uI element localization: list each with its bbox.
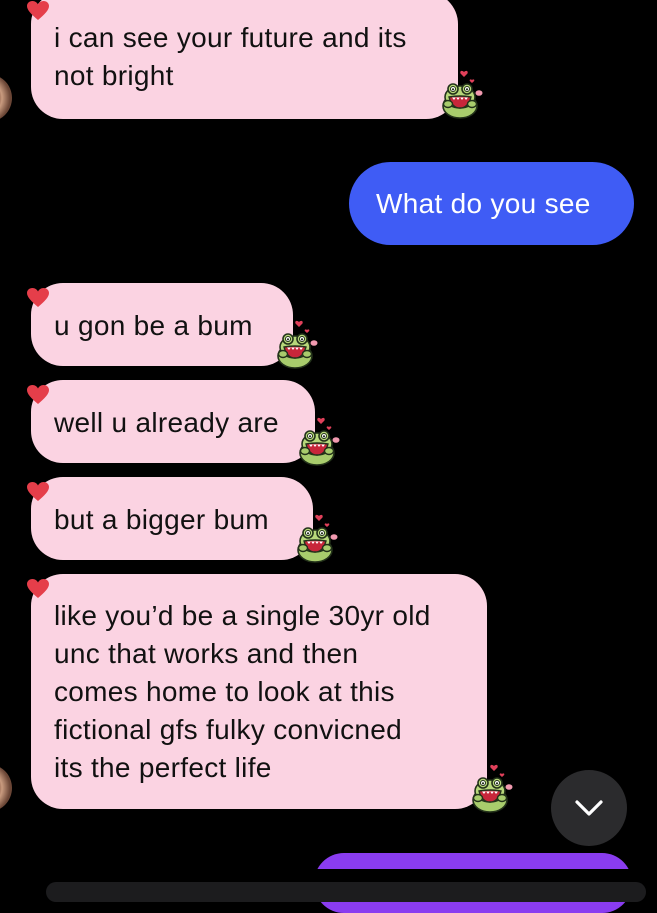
frog-hearts-sticker xyxy=(470,762,514,814)
message-text-line: comes home to look at this xyxy=(54,676,395,707)
message-text-line: i can see your future and its xyxy=(54,22,407,53)
message-text-line: not bright xyxy=(54,60,174,91)
message-text-line: unc that works and then xyxy=(54,638,359,669)
message-text-line: but a bigger bum xyxy=(54,504,269,535)
heart-reaction-icon xyxy=(27,288,49,308)
heart-reaction-icon xyxy=(27,385,49,405)
frog-hearts-sticker xyxy=(440,68,484,120)
message-text-line: like you’d be a single 30yr old xyxy=(54,600,431,631)
message-text-line: u gon be a bum xyxy=(54,310,253,341)
message-text-line: What do you see xyxy=(376,188,591,219)
heart-reaction-icon xyxy=(27,1,49,21)
message-incoming[interactable]: i can see your future and its not bright xyxy=(31,0,458,119)
message-text-line: its the perfect life xyxy=(54,752,272,783)
message-incoming[interactable]: u gon be a bum xyxy=(31,283,293,366)
message-incoming[interactable]: like you’d be a single 30yr old unc that… xyxy=(31,574,487,809)
frog-hearts-sticker xyxy=(297,415,341,467)
message-text-line: fictional gfs fulky convicned xyxy=(54,714,402,745)
composer-bar[interactable] xyxy=(46,882,646,902)
heart-reaction-icon xyxy=(27,579,49,599)
frog-hearts-sticker xyxy=(275,318,319,370)
contact-avatar[interactable] xyxy=(0,764,12,812)
message-incoming[interactable]: but a bigger bum xyxy=(31,477,313,560)
contact-avatar[interactable] xyxy=(0,74,12,122)
message-incoming[interactable]: well u already are xyxy=(31,380,315,463)
message-text-line: well u already are xyxy=(54,407,279,438)
scroll-to-bottom-button[interactable] xyxy=(551,770,627,846)
message-outgoing[interactable]: What do you see xyxy=(349,162,634,245)
heart-reaction-icon xyxy=(27,482,49,502)
frog-hearts-sticker xyxy=(295,512,339,564)
chevron-down-icon xyxy=(575,800,603,816)
